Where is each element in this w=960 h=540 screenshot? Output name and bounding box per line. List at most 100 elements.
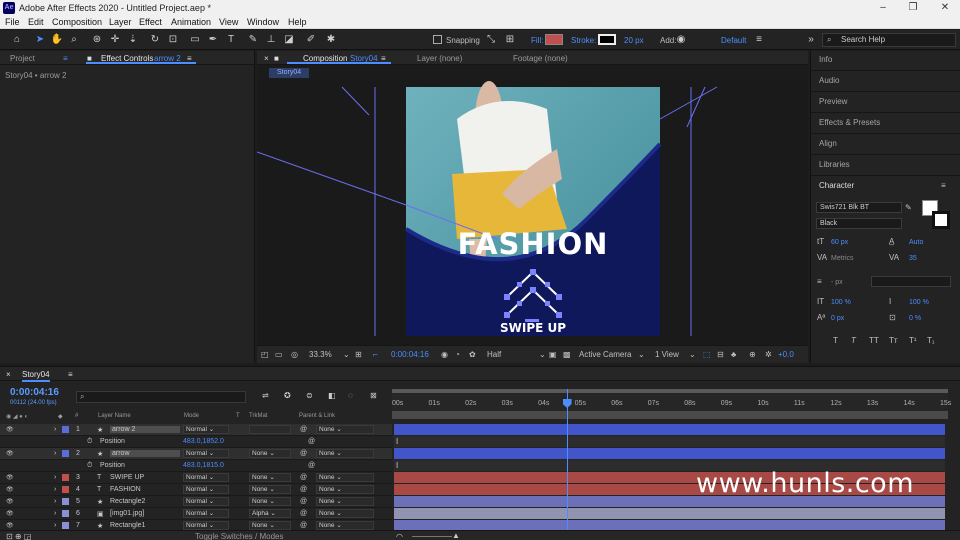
horizontal-scale-value[interactable]: 100 %	[909, 299, 929, 306]
layer-duration-bar[interactable]	[394, 448, 945, 459]
menu-window[interactable]: Window	[247, 17, 279, 27]
camera-dropdown-icon[interactable]: ⌄	[638, 350, 645, 359]
zoom-tool-icon[interactable]: ⌕	[67, 33, 81, 47]
label-color-chip[interactable]	[62, 450, 69, 457]
keyframe-marker[interactable]: I	[396, 437, 398, 446]
pen-tool-icon[interactable]: ✒	[206, 33, 220, 47]
layer-name[interactable]: FASHION	[110, 486, 141, 493]
panel-info[interactable]: Info	[819, 55, 832, 64]
tab-timeline-story04[interactable]: Story04	[22, 370, 50, 382]
mode-dropdown[interactable]: Normal ⌄	[183, 449, 229, 458]
tab-project[interactable]: Project	[10, 54, 35, 63]
resolution-dropdown-icon[interactable]: ⌄	[539, 350, 546, 359]
snap-features-icon[interactable]: ⊞	[503, 33, 517, 47]
trkmat-dropdown[interactable]: None ⌄	[249, 521, 291, 530]
stroke-px-value[interactable]: - px	[831, 279, 843, 286]
maximize-icon[interactable]: ❐	[906, 1, 920, 15]
panel-preview[interactable]: Preview	[819, 97, 847, 106]
mask-visibility-icon[interactable]: ◎	[291, 350, 298, 359]
comp-flowchart-icon[interactable]: ⊠	[370, 391, 377, 400]
trkmat-dropdown[interactable]: None ⌄	[249, 449, 291, 458]
work-area-track[interactable]	[392, 411, 948, 419]
stroke-width-value[interactable]: 20 px	[624, 36, 644, 45]
search-help-input[interactable]: ⌕ Search Help	[822, 33, 956, 47]
graph-editor-icon[interactable]: ◌	[348, 391, 353, 400]
col-layer-name[interactable]: Layer Name	[98, 413, 131, 419]
trkmat-dropdown[interactable]: None ⌄	[249, 497, 291, 506]
mode-dropdown[interactable]: Normal ⌄	[183, 497, 229, 506]
trkmat-dropdown[interactable]	[249, 425, 291, 434]
trkmat-dropdown[interactable]: Alpha ⌄	[249, 509, 291, 518]
trkmat-dropdown[interactable]: None ⌄	[249, 485, 291, 494]
toggle-pixel-aspect-icon[interactable]: ⬚	[703, 350, 711, 359]
layer-duration-bar[interactable]	[394, 424, 945, 435]
visibility-icon[interactable]: 👁	[6, 486, 14, 493]
layer-row[interactable]: 👁 › 4 T FASHION Normal ⌄ None ⌄ @ None ⌄	[0, 484, 392, 496]
exposure-value[interactable]: +0.0	[778, 350, 794, 359]
visibility-icon[interactable]: 👁	[6, 498, 14, 505]
work-area-bar[interactable]	[392, 389, 948, 393]
mode-dropdown[interactable]: Normal ⌄	[183, 473, 229, 482]
resolution-value[interactable]: Half	[487, 350, 501, 359]
expand-layer-icon[interactable]: ›	[54, 510, 56, 517]
clone-stamp-tool-icon[interactable]: ⊥	[264, 33, 278, 47]
show-snapshot-icon[interactable]: ◔	[455, 350, 460, 359]
layer-switches-icon[interactable]: ⊡ ⊕ ◲	[6, 532, 31, 540]
comp-breadcrumb[interactable]: Story04	[269, 68, 310, 78]
parent-pickwhip-icon[interactable]: @	[300, 426, 307, 433]
stopwatch-icon[interactable]: ⏱	[87, 462, 92, 470]
stroke-color-chip[interactable]	[932, 211, 950, 229]
menu-composition[interactable]: Composition	[52, 17, 102, 27]
label-color-chip[interactable]	[62, 498, 69, 505]
panel-libraries[interactable]: Libraries	[819, 160, 850, 169]
layer-row[interactable]: 👁 › 5 ★ Rectangle2 Normal ⌄ None ⌄ @ None ⌄	[0, 496, 392, 508]
exposure-icon[interactable]: ✲	[765, 350, 772, 359]
font-style-select[interactable]: Black	[816, 218, 902, 229]
stroke-color-swatch[interactable]	[598, 34, 616, 45]
visibility-icon[interactable]: 👁	[6, 426, 14, 433]
tracking-value[interactable]: 35	[909, 255, 917, 262]
font-family-select[interactable]: Swis721 Blk BT	[816, 202, 902, 213]
transparency-grid-icon[interactable]: ▩	[563, 350, 571, 359]
views-value[interactable]: 1 View	[655, 350, 679, 359]
parent-dropdown[interactable]: None ⌄	[316, 485, 374, 494]
camera-value[interactable]: Active Camera	[579, 350, 631, 359]
parent-dropdown[interactable]: None ⌄	[316, 449, 374, 458]
parent-pickwhip-icon[interactable]: @	[300, 474, 307, 481]
layer-duration-bar[interactable]	[394, 508, 945, 519]
eraser-tool-icon[interactable]: ◪	[282, 33, 296, 47]
visibility-icon[interactable]: 👁	[6, 474, 14, 481]
zoom-in-icon[interactable]: ▲	[452, 531, 460, 540]
frame-blending-icon[interactable]: ⊜	[306, 391, 313, 400]
close-icon[interactable]: ✕	[938, 1, 952, 15]
display-icon[interactable]: ▭	[275, 350, 283, 359]
toggle-switches-modes[interactable]: Toggle Switches / Modes	[195, 532, 284, 540]
faux-italic-button[interactable]: T	[851, 336, 856, 345]
expand-layer-icon[interactable]: ›	[54, 426, 56, 433]
workspace-menu-icon[interactable]: ≡	[752, 33, 766, 47]
layer-row[interactable]: 👁 › 1 ★ arrow 2 Normal ⌄ @ None ⌄	[0, 424, 392, 436]
expand-layer-icon[interactable]: ›	[54, 450, 56, 457]
all-caps-button[interactable]: TT	[869, 336, 879, 345]
layer-row[interactable]: 👁 › 6 ▣ [img01.jpg] Normal ⌄ Alpha ⌄ @ None ⌄	[0, 508, 392, 520]
workspace-default[interactable]: Default	[721, 36, 746, 45]
menu-edit[interactable]: Edit	[28, 17, 44, 27]
leading-value[interactable]: Auto	[909, 239, 923, 246]
timeline-menu-icon[interactable]: ≡	[68, 370, 73, 379]
snapping-checkbox[interactable]	[433, 35, 442, 44]
mode-dropdown[interactable]: Normal ⌄	[183, 509, 229, 518]
grid-icon[interactable]: ⊞	[355, 350, 362, 359]
visibility-icon[interactable]: 👁	[6, 522, 14, 529]
pickwhip-icon[interactable]: @	[308, 438, 315, 445]
layer-name[interactable]: Rectangle2	[110, 498, 145, 505]
shy-layers-icon[interactable]: ⇌	[262, 391, 269, 400]
keyframe-marker[interactable]: I	[396, 461, 398, 470]
flowchart-icon[interactable]: ⊕	[749, 350, 756, 359]
always-preview-icon[interactable]: ◰	[261, 350, 269, 359]
expand-layer-icon[interactable]: ›	[54, 474, 56, 481]
parent-dropdown[interactable]: None ⌄	[316, 497, 374, 506]
hand-tool-icon[interactable]: ✋	[50, 33, 64, 47]
parent-pickwhip-icon[interactable]: @	[300, 450, 307, 457]
add-property-icon[interactable]: ◉	[674, 33, 688, 47]
visibility-icon[interactable]: 👁	[6, 510, 14, 517]
